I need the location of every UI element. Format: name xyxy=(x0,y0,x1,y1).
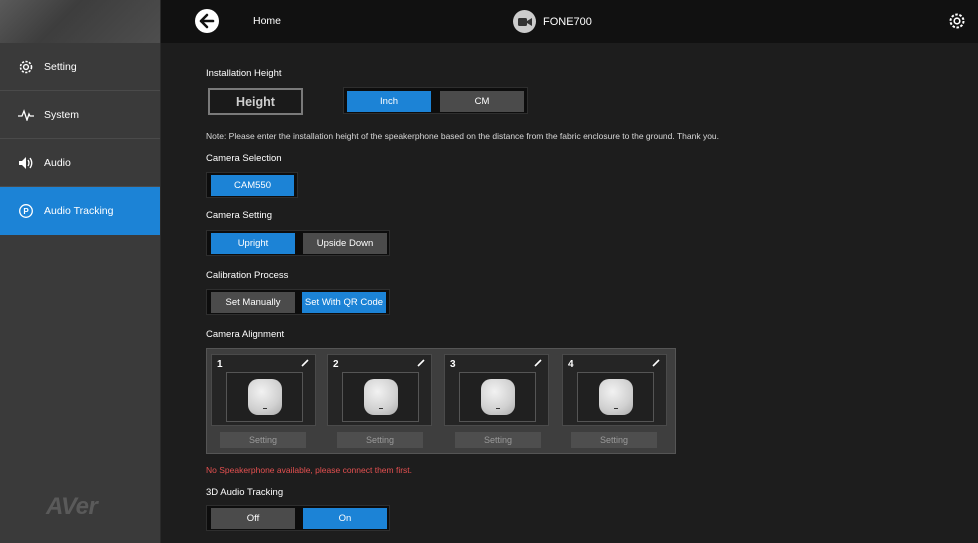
camera-thumbnail xyxy=(459,372,536,422)
sidebar: Setting System Audio P Audio Tracking AV… xyxy=(0,0,161,543)
gear-icon xyxy=(18,59,34,75)
camera-selection-group: CAM550 xyxy=(206,172,298,198)
camera-thumbnail xyxy=(577,372,654,422)
camera-number: 1 xyxy=(217,359,223,370)
camera-card-2[interactable]: 2 xyxy=(327,354,432,426)
sidebar-item-label: System xyxy=(44,108,80,121)
camera-setting-label: Camera Setting xyxy=(206,210,273,221)
camera-2-setting-button[interactable]: Setting xyxy=(337,432,423,448)
speakerphone-image xyxy=(247,379,282,415)
camera-number: 2 xyxy=(333,359,339,370)
settings-gear-icon[interactable] xyxy=(948,12,966,30)
set-with-qr-code-button[interactable]: Set With QR Code xyxy=(302,292,386,313)
height-note: Note: Please enter the installation heig… xyxy=(206,131,720,141)
camera-alignment-panel: 1 Setting 2 Setting 3 Setting 4 Setting xyxy=(206,348,676,454)
back-arrow-icon xyxy=(199,13,215,29)
unit-cm-button[interactable]: CM xyxy=(440,91,524,112)
camera-thumbnail xyxy=(342,372,419,422)
audio-tracking-3d-label: 3D Audio Tracking xyxy=(206,487,284,498)
speaker-icon xyxy=(18,155,34,171)
camera-card-1[interactable]: 1 xyxy=(211,354,316,426)
sidebar-header xyxy=(0,0,160,43)
camera-selection-label: Camera Selection xyxy=(206,153,282,164)
camera-card-3[interactable]: 3 xyxy=(444,354,549,426)
camera-1-setting-button[interactable]: Setting xyxy=(220,432,306,448)
calibration-group: Set Manually Set With QR Code xyxy=(206,289,390,315)
camera-number: 3 xyxy=(450,359,456,370)
sidebar-item-audio[interactable]: Audio xyxy=(0,139,160,187)
sidebar-item-setting[interactable]: Setting xyxy=(0,43,160,91)
home-label[interactable]: Home xyxy=(253,15,281,27)
sidebar-item-label: Setting xyxy=(44,60,77,73)
edit-icon[interactable] xyxy=(534,359,542,367)
main-content: Installation Height Height Inch CM Note:… xyxy=(161,43,978,543)
camera-4-setting-button[interactable]: Setting xyxy=(571,432,657,448)
camera-alignment-label: Camera Alignment xyxy=(206,329,285,340)
sidebar-item-audio-tracking[interactable]: P Audio Tracking xyxy=(0,187,160,235)
speakerphone-image xyxy=(363,379,398,415)
sidebar-item-system[interactable]: System xyxy=(0,91,160,139)
edit-icon[interactable] xyxy=(301,359,309,367)
camera-thumbnail xyxy=(226,372,303,422)
unit-inch-button[interactable]: Inch xyxy=(347,91,431,112)
camera-setting-group: Upright Upside Down xyxy=(206,230,390,256)
calibration-process-label: Calibration Process xyxy=(206,270,289,281)
camera-3-setting-button[interactable]: Setting xyxy=(455,432,541,448)
no-speakerphone-warning: No Speakerphone available, please connec… xyxy=(206,465,413,475)
brand-logo: AVer xyxy=(46,493,98,520)
pulse-icon xyxy=(18,107,34,123)
camera-icon xyxy=(513,10,536,33)
sidebar-item-label: Audio xyxy=(44,156,71,169)
edit-icon[interactable] xyxy=(417,359,425,367)
upright-button[interactable]: Upright xyxy=(211,233,295,254)
upside-down-button[interactable]: Upside Down xyxy=(303,233,387,254)
tracking-off-button[interactable]: Off xyxy=(211,508,295,529)
height-input[interactable]: Height xyxy=(208,88,303,115)
device-name: FONE700 xyxy=(543,15,592,28)
unit-toggle-group: Inch CM xyxy=(343,87,528,114)
set-manually-button[interactable]: Set Manually xyxy=(211,292,295,313)
installation-height-label: Installation Height xyxy=(206,68,282,79)
speakerphone-image xyxy=(598,379,633,415)
camera-card-4[interactable]: 4 xyxy=(562,354,667,426)
tracking-on-button[interactable]: On xyxy=(303,508,387,529)
sidebar-item-label: Audio Tracking xyxy=(44,204,114,217)
tracking-icon: P xyxy=(18,203,34,219)
back-button[interactable] xyxy=(195,9,219,33)
audio-tracking-3d-group: Off On xyxy=(206,505,390,531)
camera-number: 4 xyxy=(568,359,574,370)
device-indicator: FONE700 xyxy=(513,10,592,33)
cam550-button[interactable]: CAM550 xyxy=(211,175,294,196)
top-bar: Home FONE700 xyxy=(161,0,978,43)
svg-text:P: P xyxy=(23,207,29,216)
speakerphone-image xyxy=(480,379,515,415)
edit-icon[interactable] xyxy=(652,359,660,367)
